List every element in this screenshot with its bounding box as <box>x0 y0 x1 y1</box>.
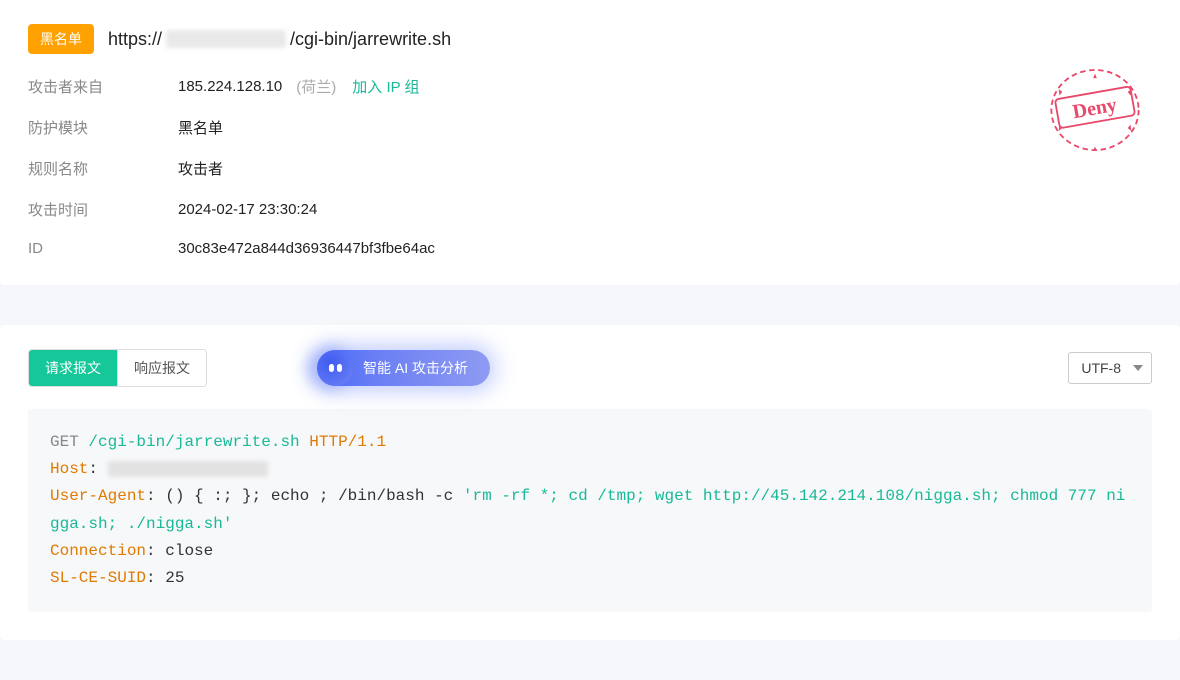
hdr-host-name: Host <box>50 460 88 478</box>
value-rule: 攻击者 <box>178 158 223 179</box>
tab-response[interactable]: 响应报文 <box>117 350 206 386</box>
join-ip-group-link[interactable]: 加入 IP 组 <box>352 76 419 97</box>
hdr-ua-name: User-Agent <box>50 487 146 505</box>
row-module: 防护模块 黑名单 <box>28 117 1152 138</box>
blocklist-badge: 黑名单 <box>28 24 94 54</box>
url-prefix: https:// <box>108 29 162 50</box>
label-attacker-from: 攻击者来自 <box>28 76 178 97</box>
chevron-down-icon <box>1133 365 1143 371</box>
ai-analysis-label: 智能 AI 攻击分析 <box>363 358 468 378</box>
encoding-select[interactable]: UTF-8 <box>1068 352 1152 384</box>
ai-bubble-icon <box>317 350 353 386</box>
label-time: 攻击时间 <box>28 199 178 220</box>
http-method: GET <box>50 433 79 451</box>
hdr-suid-name: SL-CE-SUID <box>50 569 146 587</box>
row-id: ID 30c83e472a844d36936447bf3fbe64ac <box>28 240 1152 257</box>
ai-analysis-button[interactable]: 智能 AI 攻击分析 <box>317 350 490 386</box>
label-module: 防护模块 <box>28 117 178 138</box>
value-module: 黑名单 <box>178 117 223 138</box>
http-path: /cgi-bin/jarrewrite.sh <box>88 433 299 451</box>
url-host-redacted <box>166 30 286 48</box>
hdr-conn-name: Connection <box>50 542 146 560</box>
title-row: 黑名单 https:// /cgi-bin/jarrewrite.sh <box>28 24 1152 54</box>
row-time: 攻击时间 2024-02-17 23:30:24 <box>28 199 1152 220</box>
row-rule: 规则名称 攻击者 <box>28 158 1152 179</box>
detail-panel: 黑名单 https:// /cgi-bin/jarrewrite.sh 攻击者来… <box>0 0 1180 285</box>
value-time: 2024-02-17 23:30:24 <box>178 201 317 218</box>
label-id: ID <box>28 240 178 257</box>
row-attacker-from: 攻击者来自 185.224.128.10 (荷兰) 加入 IP 组 <box>28 76 1152 97</box>
tab-row: 请求报文 响应报文 智能 AI 攻击分析 UTF-8 <box>28 349 1152 387</box>
tab-request[interactable]: 请求报文 <box>29 350 117 386</box>
hdr-ua-value-pre: () { :; }; echo ; /bin/bash -c <box>165 487 463 505</box>
deny-stamp-icon: Deny <box>1040 60 1150 160</box>
value-id: 30c83e472a844d36936447bf3fbe64ac <box>178 240 435 257</box>
http-protocol: HTTP/1.1 <box>309 433 386 451</box>
value-attacker-ip: 185.224.128.10 <box>178 78 282 95</box>
hdr-suid-value: 25 <box>165 569 184 587</box>
label-rule: 规则名称 <box>28 158 178 179</box>
url-suffix: /cgi-bin/jarrewrite.sh <box>290 29 451 50</box>
raw-panel: 请求报文 响应报文 智能 AI 攻击分析 UTF-8 GET /cgi-bin/… <box>0 325 1180 640</box>
tab-group: 请求报文 响应报文 <box>28 349 207 387</box>
request-url: https:// /cgi-bin/jarrewrite.sh <box>108 29 451 50</box>
hdr-host-value-redacted <box>108 461 268 477</box>
request-raw: GET /cgi-bin/jarrewrite.sh HTTP/1.1 Host… <box>28 409 1152 612</box>
value-attacker-origin: (荷兰) <box>296 76 336 97</box>
encoding-selected-value: UTF-8 <box>1081 360 1121 376</box>
hdr-conn-value: close <box>165 542 213 560</box>
